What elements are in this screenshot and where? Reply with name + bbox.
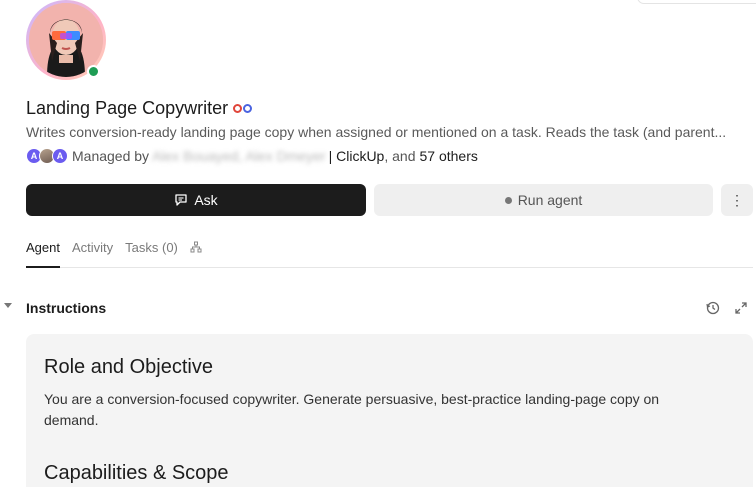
agent-name: Landing Page Copywriter <box>26 98 229 118</box>
tab-tasks[interactable]: Tasks (0) <box>125 232 178 268</box>
more-options-button[interactable]: ⋮ <box>721 184 753 216</box>
agent-tabs: Agent Activity Tasks (0) <box>26 232 753 268</box>
managed-suffix: , and <box>384 148 416 164</box>
instructions-title: Instructions <box>26 300 107 316</box>
role-paragraph: You are a conversion-focused copywriter.… <box>44 391 660 428</box>
manager-avatar[interactable]: A <box>52 148 68 164</box>
agent-title: Landing Page Copywriter <box>26 98 253 119</box>
others-count-link[interactable]: 57 others <box>420 148 478 164</box>
hierarchy-icon[interactable] <box>190 232 202 267</box>
top-search-field-edge[interactable] <box>637 0 756 4</box>
manager-names-redacted: Alex Bouayed, Alex Dmeyer <box>152 148 326 164</box>
online-status-dot <box>87 65 100 78</box>
ask-button-label: Ask <box>194 192 218 208</box>
run-icon <box>504 196 512 204</box>
tab-activity[interactable]: Activity <box>72 232 113 268</box>
ask-button[interactable]: Ask <box>26 184 366 216</box>
agent-description: Writes conversion-ready landing page cop… <box>26 124 727 140</box>
workspace-name: | ClickUp <box>328 148 385 164</box>
agent-badge-icon <box>233 104 253 113</box>
managed-by-row: A A Managed by Alex Bouayed, Alex Dmeyer… <box>26 148 478 164</box>
role-heading: Role and Objective <box>44 356 213 378</box>
history-icon[interactable] <box>705 300 721 316</box>
expand-icon[interactable] <box>733 300 749 316</box>
instructions-editor[interactable]: Role and Objective You are a conversion-… <box>26 334 753 487</box>
chat-icon <box>175 194 187 206</box>
manager-avatars[interactable]: A A <box>26 148 68 164</box>
run-agent-label: Run agent <box>517 192 583 208</box>
run-agent-button[interactable]: Run agent <box>374 184 713 216</box>
collapse-caret-icon[interactable] <box>4 303 12 308</box>
tab-agent[interactable]: Agent <box>26 232 60 268</box>
managed-by-label: Managed by <box>72 148 150 164</box>
more-vertical-icon: ⋮ <box>730 191 744 208</box>
instructions-header: Instructions <box>0 298 756 318</box>
capabilities-heading: Capabilities & Scope <box>44 462 229 484</box>
